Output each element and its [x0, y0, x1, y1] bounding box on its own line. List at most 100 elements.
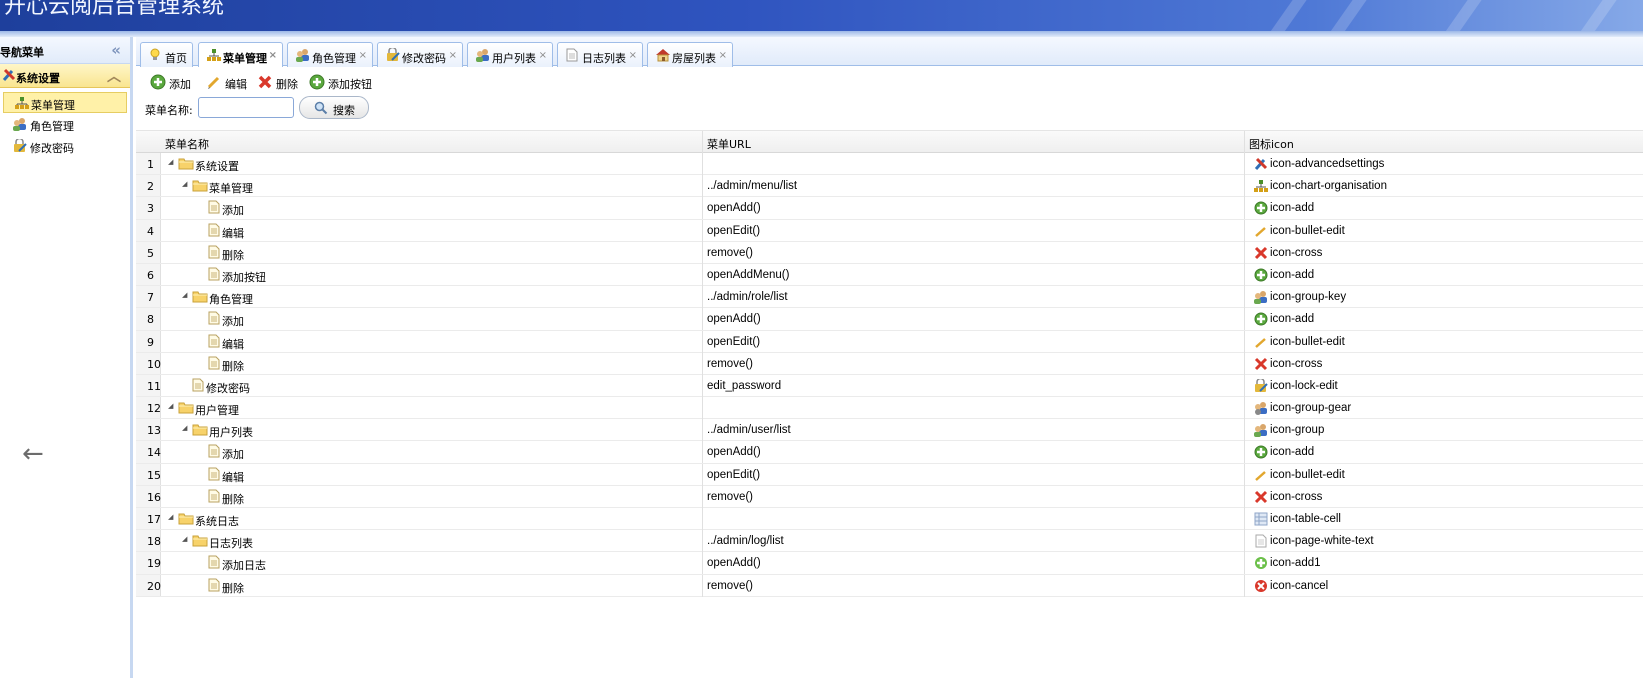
- close-icon[interactable]: ×: [359, 50, 367, 61]
- chevron-up-icon[interactable]: ︿: [107, 66, 121, 86]
- close-icon[interactable]: ×: [269, 50, 277, 61]
- column-divider: [1244, 131, 1245, 153]
- close-icon[interactable]: ×: [719, 50, 727, 61]
- menu-name-cell: 删除: [222, 359, 244, 373]
- bullet-edit-icon: [1254, 468, 1268, 485]
- column-divider: [1244, 530, 1245, 553]
- tab-log-list[interactable]: 日志列表 ×: [557, 42, 643, 67]
- table-row[interactable]: 14 添加 openAdd() icon-add: [136, 441, 1643, 464]
- table-row[interactable]: 16 删除 remove() icon-cross: [136, 485, 1643, 508]
- tab-menu-management[interactable]: 菜单管理 ×: [198, 42, 283, 67]
- search-icon: [314, 101, 328, 118]
- back-arrow-icon[interactable]: ←: [22, 439, 44, 469]
- search-button[interactable]: 搜索: [299, 96, 369, 119]
- column-divider: [702, 397, 703, 420]
- west-panel: 导航菜单 « 系统设置 ︿ 菜单管理 角色管理 修改密码 ←: [0, 37, 133, 678]
- table-row[interactable]: 7 ◢ 角色管理 ../admin/role/list icon-group-key: [136, 286, 1643, 309]
- lightbulb-icon: [148, 48, 162, 65]
- menu-name-input[interactable]: [198, 97, 294, 118]
- column-divider: [1244, 508, 1245, 530]
- accordion-header-system[interactable]: 系统设置 ︿: [0, 64, 130, 88]
- table-row[interactable]: 19 添加日志 openAdd() icon-add1: [136, 552, 1643, 575]
- column-divider: [702, 419, 703, 442]
- table-row[interactable]: 17 ◢ 系统日志 icon-table-cell: [136, 508, 1643, 531]
- menu-url-cell: ../admin/user/list: [707, 424, 791, 437]
- column-divider: [702, 286, 703, 309]
- app-title: 开心云阅后台管理系统: [4, 0, 225, 19]
- menu-name-cell: 删除: [222, 581, 244, 595]
- expand-triangle-icon[interactable]: ◢: [182, 424, 187, 432]
- file-icon: [208, 223, 220, 240]
- table-row[interactable]: 15 编辑 openEdit() icon-bullet-edit: [136, 463, 1643, 486]
- column-divider: [1244, 197, 1245, 220]
- row-number: 11: [136, 374, 161, 397]
- table-row[interactable]: 9 编辑 openEdit() icon-bullet-edit: [136, 330, 1643, 353]
- tab-role-management[interactable]: 角色管理 ×: [287, 42, 373, 67]
- file-icon: [208, 267, 220, 284]
- house-icon: [655, 48, 671, 65]
- table-row[interactable]: 13 ◢ 用户列表 ../admin/user/list icon-group: [136, 419, 1643, 442]
- icon-name-cell: icon-add: [1270, 446, 1315, 459]
- menu-name-cell: 用户管理: [195, 404, 239, 418]
- table-row[interactable]: 20 删除 remove() icon-cancel: [136, 574, 1643, 597]
- table-row[interactable]: 11 修改密码 edit_password icon-lock-edit: [136, 374, 1643, 398]
- column-header-icon[interactable]: 图标icon: [1249, 136, 1294, 152]
- lock-edit-icon: [385, 46, 401, 65]
- tab-user-list[interactable]: 用户列表 ×: [467, 42, 553, 67]
- tab-house-list[interactable]: 房屋列表 ×: [647, 42, 733, 67]
- table-row[interactable]: 18 ◢ 日志列表 ../admin/log/list icon-page-white-…: [136, 530, 1643, 553]
- tab-home[interactable]: 首页: [140, 42, 193, 67]
- column-divider: [1244, 175, 1245, 198]
- table-row[interactable]: 8 添加 openAdd() icon-add: [136, 308, 1643, 331]
- row-number: 13: [136, 419, 161, 441]
- menu-url-cell: ../admin/menu/list: [707, 180, 798, 193]
- close-icon[interactable]: ×: [449, 50, 457, 61]
- table-row[interactable]: 1 ◢ 系统设置 icon-advancedsettings: [136, 153, 1643, 176]
- column-header-url[interactable]: 菜单URL: [707, 136, 751, 152]
- table-row[interactable]: 12 ◢ 用户管理 icon-group-gear: [136, 397, 1643, 420]
- expand-triangle-icon[interactable]: ◢: [182, 180, 187, 188]
- nav-item-menu[interactable]: 菜单管理: [3, 92, 127, 113]
- file-icon: [208, 555, 220, 572]
- row-number: 2: [136, 175, 161, 197]
- folder-icon: [178, 512, 194, 528]
- menu-url-cell: openAdd(): [707, 446, 761, 459]
- expand-triangle-icon[interactable]: ◢: [182, 291, 187, 299]
- table-row[interactable]: 2 ◢ 菜单管理 ../admin/menu/list icon-chart-organ…: [136, 175, 1643, 198]
- column-divider: [1244, 286, 1245, 309]
- file-icon: [208, 311, 220, 328]
- close-icon[interactable]: ×: [539, 50, 547, 61]
- collapse-icon[interactable]: «: [111, 41, 121, 59]
- column-divider: [1244, 397, 1245, 420]
- menu-url-cell: ../admin/role/list: [707, 291, 788, 304]
- column-header-name[interactable]: 菜单名称: [165, 136, 209, 152]
- table-row[interactable]: 4 编辑 openEdit() icon-bullet-edit: [136, 219, 1643, 242]
- advancedsettings-icon: [1254, 157, 1268, 174]
- tab-label: 首页: [165, 52, 187, 65]
- close-icon[interactable]: ×: [629, 50, 637, 61]
- table-row[interactable]: 5 删除 remove() icon-cross: [136, 241, 1643, 264]
- expand-triangle-icon[interactable]: ◢: [168, 158, 173, 166]
- page-white-text-icon: [1254, 534, 1268, 551]
- expand-triangle-icon[interactable]: ◢: [168, 513, 173, 521]
- expand-triangle-icon[interactable]: ◢: [182, 535, 187, 543]
- expand-triangle-icon[interactable]: ◢: [168, 402, 173, 410]
- nav-item-label: 修改密码: [30, 142, 74, 155]
- column-divider: [1244, 419, 1245, 442]
- icon-name-cell: icon-group-gear: [1270, 402, 1352, 415]
- column-divider: [702, 508, 703, 530]
- row-number: 7: [136, 286, 161, 308]
- menu-name-cell: 系统设置: [195, 160, 239, 173]
- tab-change-password[interactable]: 修改密码 ×: [377, 42, 463, 67]
- table-row[interactable]: 6 添加按钮 openAddMenu() icon-add: [136, 263, 1643, 287]
- column-divider: [1244, 330, 1245, 353]
- file-icon: [208, 489, 220, 506]
- menu-url-cell: openAdd(): [707, 557, 761, 570]
- table-row[interactable]: 3 添加 openAdd() icon-add: [136, 197, 1643, 220]
- nav-item-password[interactable]: 修改密码: [0, 135, 130, 157]
- tab-label: 房屋列表: [672, 52, 716, 65]
- nav-item-role[interactable]: 角色管理: [0, 113, 130, 135]
- column-divider: [702, 574, 703, 597]
- chart-organisation-icon: [14, 96, 30, 113]
- table-row[interactable]: 10 删除 remove() icon-cross: [136, 352, 1643, 375]
